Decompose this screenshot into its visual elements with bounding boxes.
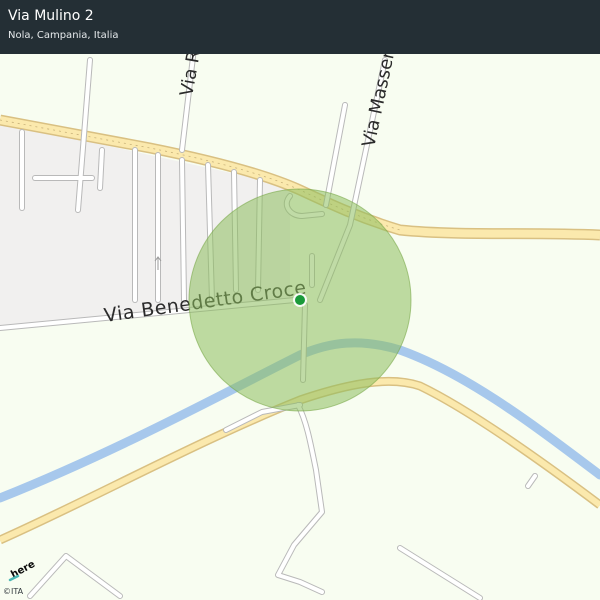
location-subtitle: Nola, Campania, Italia xyxy=(8,30,119,41)
location-title: Via Mulino 2 xyxy=(8,8,94,24)
here-logo: here xyxy=(8,560,37,582)
location-pin-icon[interactable] xyxy=(293,293,307,307)
map-canvas[interactable]: Via Benedetto Croce Via Riccio Via Masse… xyxy=(0,0,600,600)
copyright-text: ©ITA xyxy=(3,587,24,596)
location-header: Via Mulino 2 Nola, Campania, Italia xyxy=(0,0,600,54)
